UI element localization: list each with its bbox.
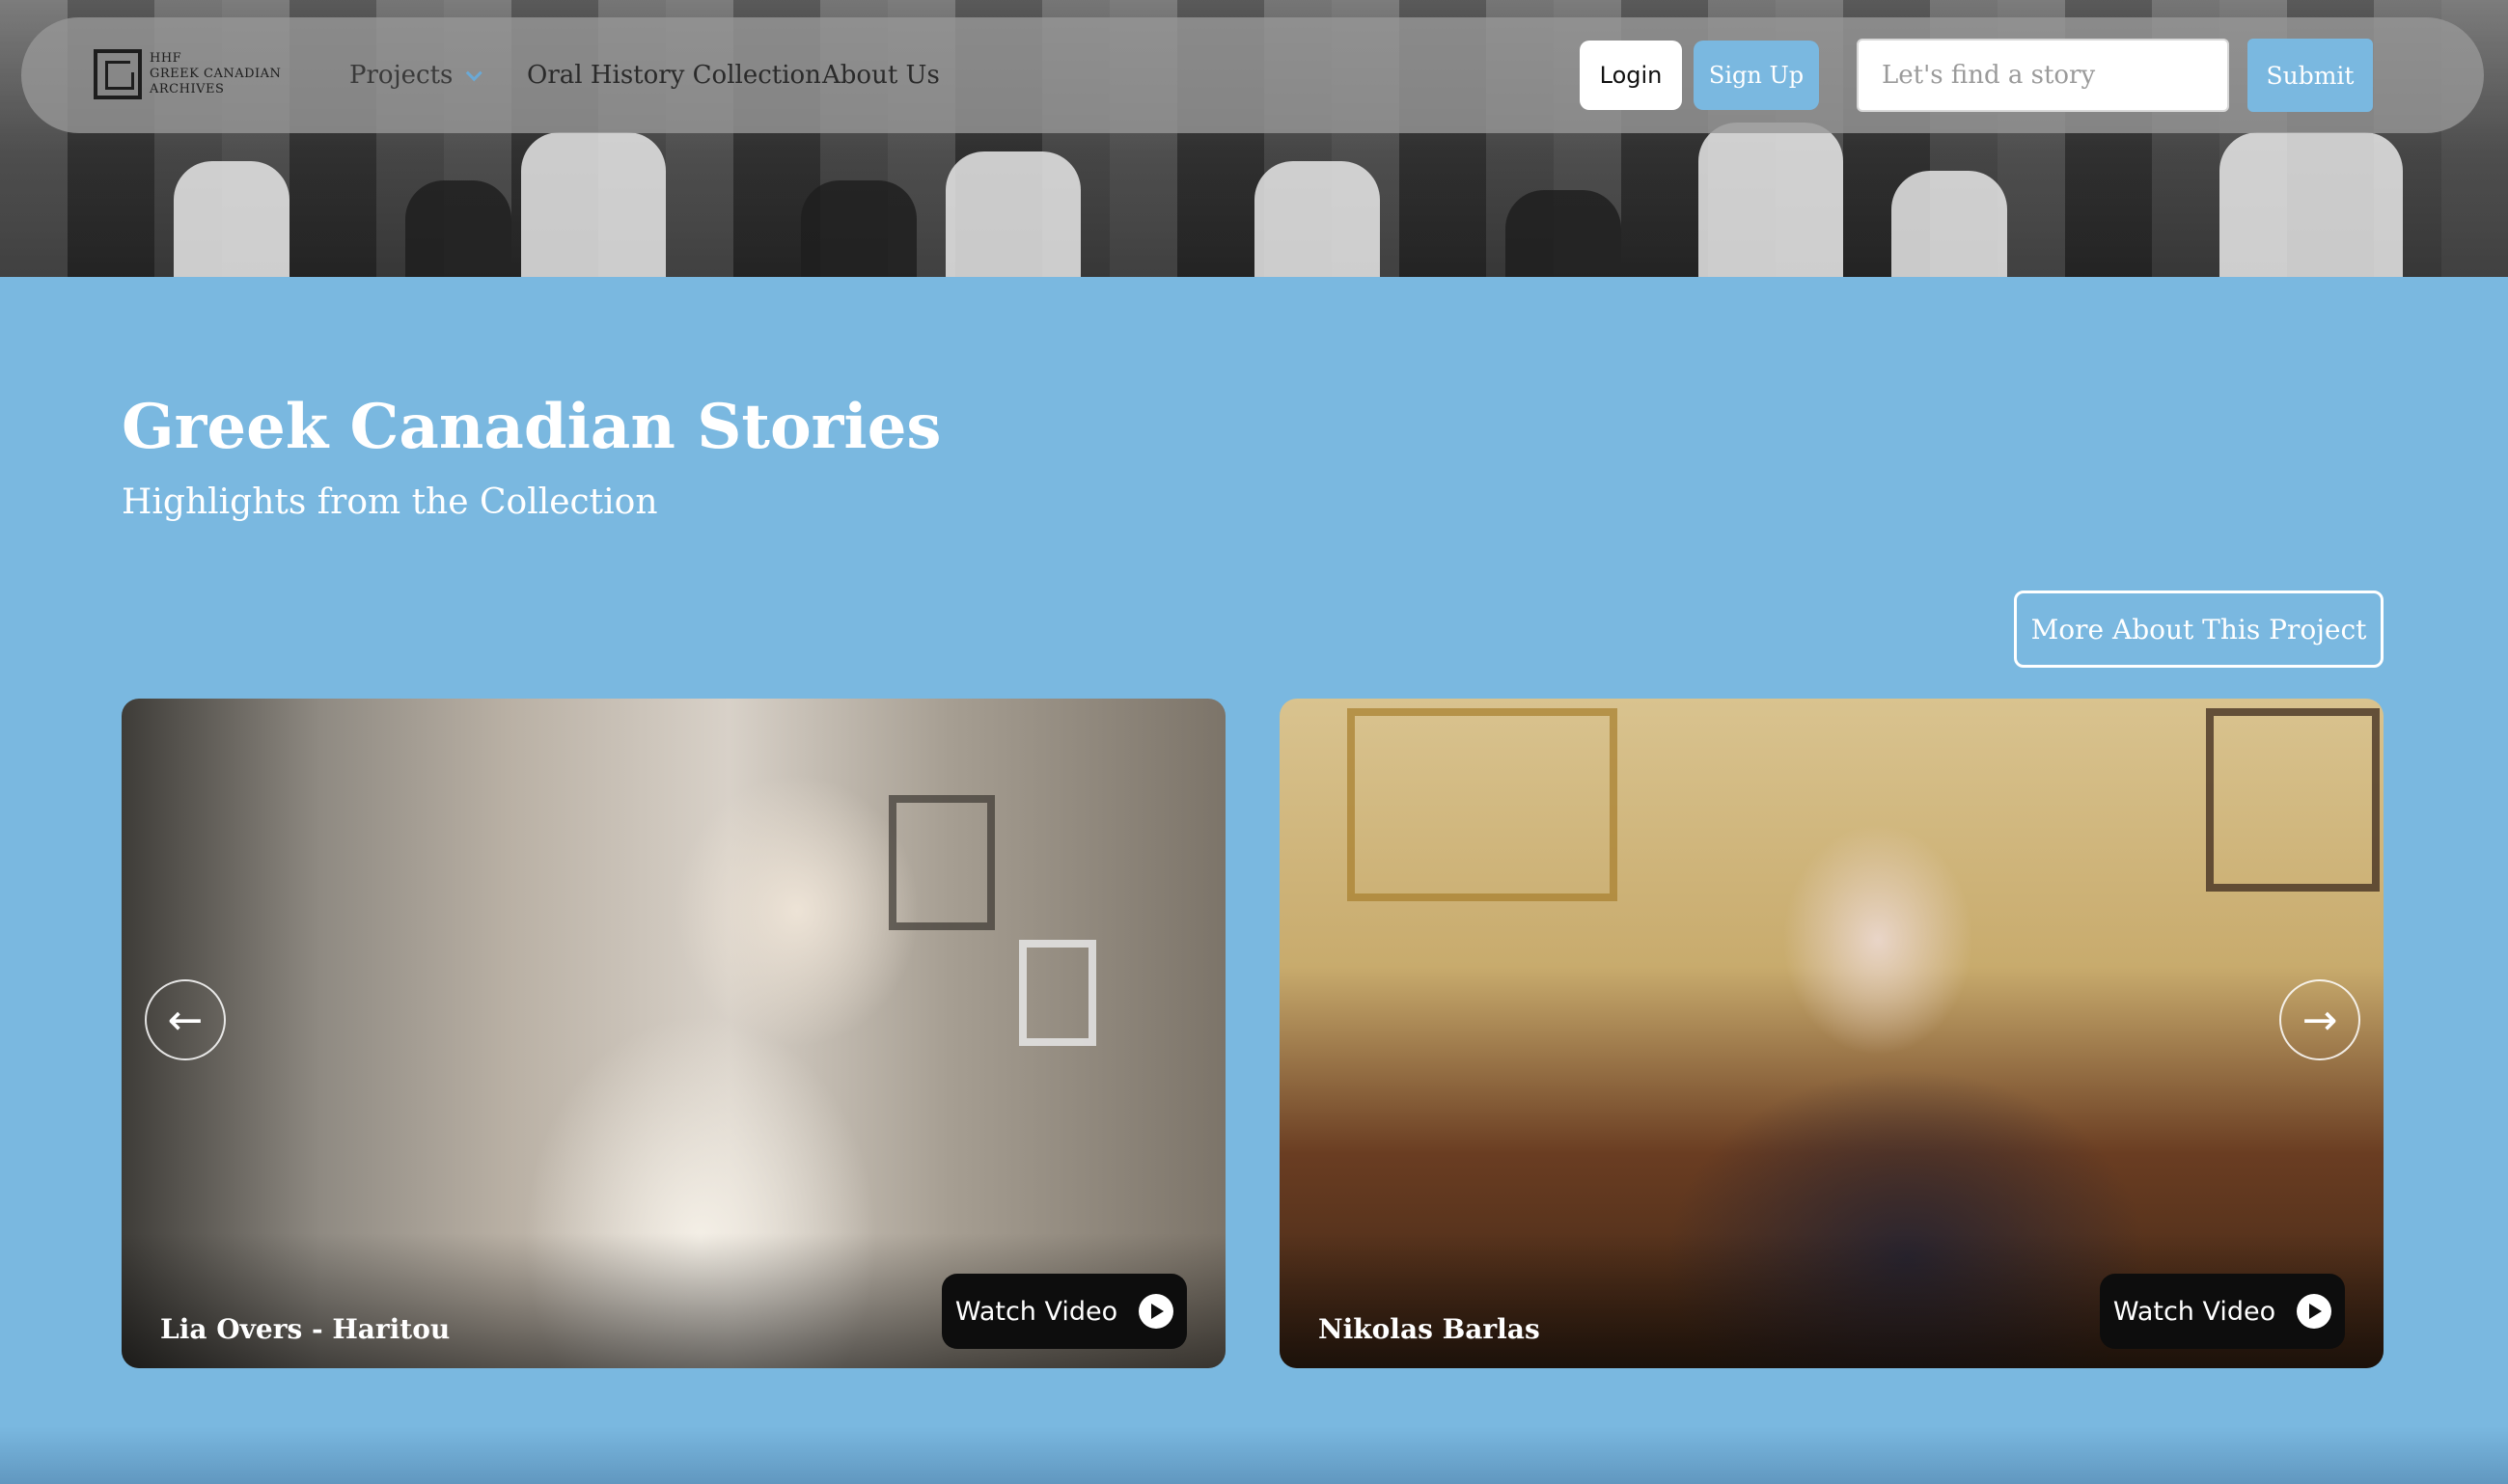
story-card-name: Nikolas Barlas xyxy=(1318,1313,1540,1345)
arrow-left-icon[interactable]: ← xyxy=(145,979,226,1060)
chevron-down-icon xyxy=(466,65,483,82)
watch-video-button[interactable]: Watch Video xyxy=(2100,1274,2345,1349)
submit-button[interactable]: Submit xyxy=(2247,39,2373,112)
story-card[interactable]: Lia Overs - Haritou Watch Video xyxy=(122,699,1226,1368)
site-logo[interactable]: HHF GREEK CANADIAN ARCHIVES xyxy=(94,49,281,99)
sign-up-button[interactable]: Sign Up xyxy=(1694,41,1819,110)
play-icon xyxy=(2297,1294,2332,1329)
story-card[interactable]: Nikolas Barlas Watch Video xyxy=(1280,699,2384,1368)
story-card-name: Lia Overs - Haritou xyxy=(160,1313,451,1345)
page-title: Greek Canadian Stories xyxy=(122,391,942,463)
arrow-right-icon[interactable]: → xyxy=(2279,979,2360,1060)
more-about-project-button[interactable]: More About This Project xyxy=(2014,591,2384,668)
page-subtitle: Highlights from the Collection xyxy=(122,482,658,522)
logo-text: HHF GREEK CANADIAN ARCHIVES xyxy=(150,51,282,96)
section-bottom-fade xyxy=(0,1426,2508,1484)
nav-about-us[interactable]: About Us xyxy=(822,61,940,90)
logo-mark-icon xyxy=(94,49,142,99)
top-nav: HHF GREEK CANADIAN ARCHIVES Projects Ora… xyxy=(21,17,2484,133)
search-input[interactable] xyxy=(1857,39,2229,112)
nav-projects[interactable]: Projects xyxy=(349,61,483,90)
play-icon xyxy=(1139,1294,1174,1329)
nav-oral-history-collection[interactable]: Oral History Collection xyxy=(527,61,821,90)
watch-video-button[interactable]: Watch Video xyxy=(942,1274,1187,1349)
login-button[interactable]: Login xyxy=(1580,41,1682,110)
